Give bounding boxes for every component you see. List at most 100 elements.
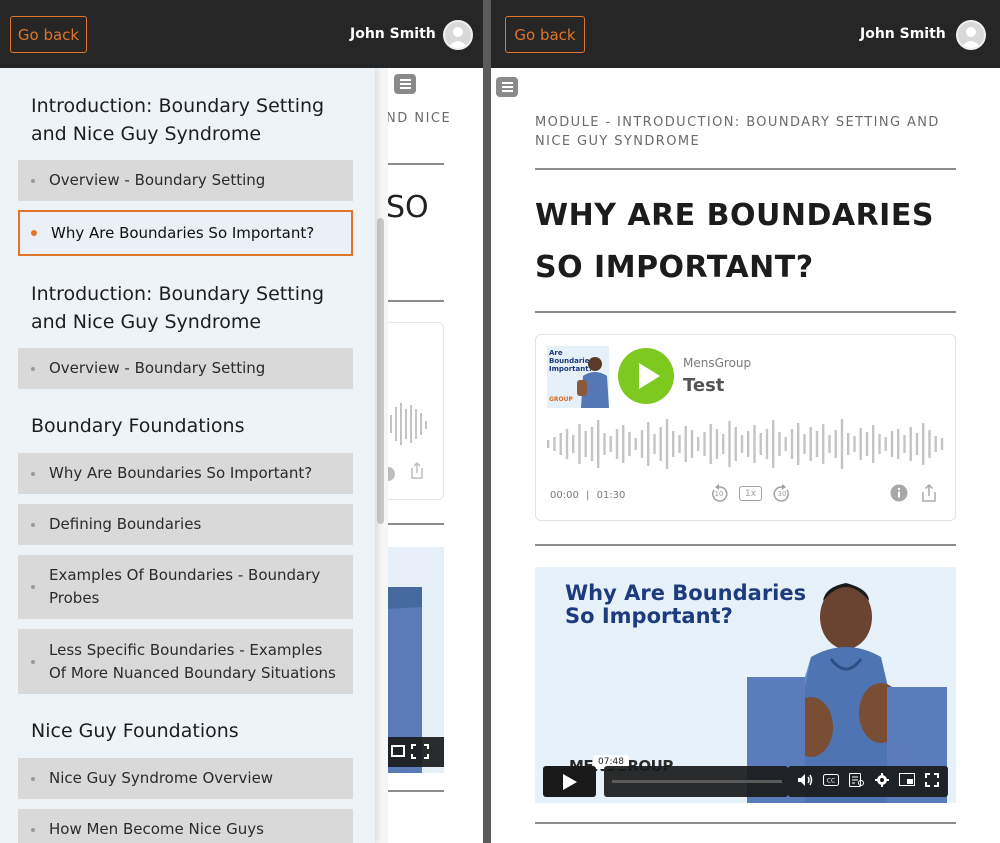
menu-toggle-button[interactable] bbox=[394, 74, 416, 94]
section-title-line: and Nice Guy Syndrome bbox=[31, 123, 262, 145]
share-button[interactable] bbox=[919, 483, 939, 503]
video-progress-bar[interactable] bbox=[604, 766, 788, 797]
video-player[interactable]: Why Are Boundaries So Important? MENSGRO… bbox=[535, 567, 956, 803]
waveform-icon bbox=[386, 403, 427, 481]
waveform-bar bbox=[678, 435, 681, 453]
lesson-label: Nice Guy Syndrome Overview bbox=[49, 769, 274, 787]
background-audio-card bbox=[386, 322, 444, 500]
sidebar-section-title: Introduction: Boundary Setting and Nice … bbox=[31, 280, 324, 336]
sidebar-lesson-item[interactable]: Defining Boundaries bbox=[18, 504, 353, 545]
fullscreen-icon[interactable] bbox=[925, 772, 939, 791]
svg-text:CC: CC bbox=[827, 777, 835, 784]
video-play-button[interactable] bbox=[543, 766, 596, 797]
divider bbox=[535, 168, 956, 170]
waveform-bar bbox=[659, 427, 662, 461]
bullet-icon bbox=[31, 776, 35, 781]
forward-30-button[interactable]: 30 bbox=[771, 483, 793, 505]
transcript-icon[interactable] bbox=[849, 772, 865, 791]
section-title-line: Introduction: Boundary Setting bbox=[31, 95, 325, 117]
waveform-bar bbox=[797, 423, 800, 465]
divider bbox=[386, 163, 444, 165]
waveform-bar bbox=[572, 435, 575, 453]
waveform-bar bbox=[890, 431, 894, 457]
waveform-bar bbox=[840, 419, 844, 469]
lesson-label: Why Are Boundaries So Important? bbox=[49, 464, 313, 482]
cc-icon[interactable]: CC bbox=[823, 773, 839, 790]
waveform-bar bbox=[928, 430, 931, 458]
sidebar-lesson-item[interactable]: Less Specific Boundaries - Examples Of M… bbox=[18, 629, 353, 694]
sidebar-lesson-item-active[interactable]: Why Are Boundaries So Important? bbox=[18, 210, 353, 256]
video-thumbnail-image bbox=[386, 587, 444, 773]
waveform-bar bbox=[765, 429, 769, 459]
waveform-bar bbox=[590, 427, 594, 461]
time-separator: | bbox=[586, 490, 590, 501]
lesson-label-line: Probes bbox=[49, 589, 100, 607]
user-name: John Smith bbox=[350, 26, 436, 42]
waveform-bar bbox=[715, 429, 719, 459]
info-icon bbox=[890, 484, 908, 502]
bullet-icon bbox=[31, 178, 35, 183]
cover-brand: GROUP bbox=[549, 396, 573, 403]
sidebar-lesson-item[interactable]: Examples Of Boundaries - Boundary Probes bbox=[18, 555, 353, 619]
sidebar-lesson-item[interactable]: How Men Become Nice Guys bbox=[18, 809, 353, 843]
waveform-bar bbox=[609, 436, 612, 452]
top-bar: Go back John Smith bbox=[0, 0, 483, 68]
waveform-bar bbox=[759, 433, 762, 455]
podcast-cover-image: Are Boundaries Important? GROUP bbox=[547, 346, 609, 408]
waveform-bar bbox=[684, 426, 687, 462]
waveform-bar bbox=[603, 433, 606, 455]
avatar[interactable] bbox=[956, 20, 986, 50]
rewind-10-button[interactable]: 10 bbox=[708, 483, 730, 505]
lesson-label: Less Specific Boundaries - Examples Of M… bbox=[49, 639, 336, 685]
divider bbox=[535, 822, 956, 824]
waveform-bar bbox=[709, 424, 712, 464]
settings-icon[interactable] bbox=[875, 772, 889, 791]
speed-button[interactable]: 1x bbox=[739, 486, 762, 501]
divider bbox=[386, 300, 444, 302]
waveform-bar bbox=[884, 437, 887, 451]
lesson-title: WHY ARE BOUNDARIES SO IMPORTANT? bbox=[535, 198, 934, 285]
audio-play-button[interactable] bbox=[618, 348, 674, 404]
waveform-bar bbox=[809, 427, 812, 461]
waveform-bar bbox=[622, 425, 625, 463]
sidebar-lesson-item[interactable]: Why Are Boundaries So Important? bbox=[18, 453, 353, 494]
waveform-bar bbox=[547, 440, 550, 448]
section-title-line: and Nice Guy Syndrome bbox=[31, 311, 262, 333]
waveform-bar bbox=[703, 432, 706, 456]
bullet-icon bbox=[31, 366, 35, 371]
bullet-icon bbox=[31, 659, 35, 664]
waveform-bar bbox=[578, 424, 581, 464]
sidebar-lesson-item[interactable]: Overview - Boundary Setting bbox=[18, 160, 353, 201]
audio-player: Are Boundaries Important? GROUP MensGrou… bbox=[535, 334, 956, 521]
waveform-bar bbox=[828, 435, 831, 453]
waveform-bar bbox=[834, 430, 837, 458]
waveform-bar bbox=[784, 437, 787, 451]
bullet-icon bbox=[31, 471, 35, 476]
go-back-button[interactable]: Go back bbox=[10, 16, 87, 53]
waveform-bar bbox=[553, 437, 556, 451]
lesson-label: Defining Boundaries bbox=[49, 515, 202, 533]
waveform-bar bbox=[865, 432, 869, 456]
audio-waveform[interactable] bbox=[547, 415, 947, 473]
info-button[interactable] bbox=[889, 483, 909, 503]
bullet-icon bbox=[31, 585, 35, 589]
waveform-bar bbox=[740, 435, 744, 453]
waveform-bar bbox=[859, 428, 862, 460]
sidebar-lesson-item[interactable]: Nice Guy Syndrome Overview bbox=[18, 758, 353, 799]
lesson-label: Overview - Boundary Setting bbox=[49, 359, 266, 377]
waveform-bar bbox=[672, 431, 675, 457]
pip-icon[interactable] bbox=[899, 773, 915, 790]
waveform-bar bbox=[734, 427, 737, 461]
sidebar-scrollbar[interactable] bbox=[377, 218, 384, 524]
waveform-bar bbox=[878, 434, 881, 454]
waveform-bar bbox=[559, 433, 562, 455]
menu-toggle-button[interactable] bbox=[496, 77, 518, 97]
go-back-button[interactable]: Go back bbox=[505, 16, 585, 53]
divider bbox=[386, 523, 444, 525]
volume-icon[interactable] bbox=[797, 773, 813, 791]
course-sidebar: Introduction: Boundary Setting and Nice … bbox=[0, 68, 375, 843]
sidebar-lesson-item[interactable]: Overview - Boundary Setting bbox=[18, 348, 353, 389]
audio-source: MensGroup bbox=[683, 356, 752, 370]
waveform-bar bbox=[665, 419, 669, 469]
avatar[interactable] bbox=[443, 20, 473, 50]
